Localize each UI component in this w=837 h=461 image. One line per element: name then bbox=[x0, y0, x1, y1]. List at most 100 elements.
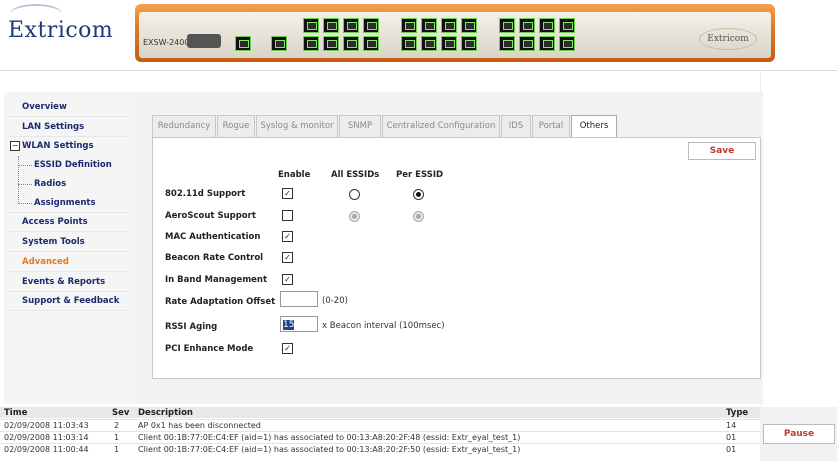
ap-port bbox=[461, 36, 477, 51]
event-log-table: Time Sev Description Type 02/09/2008 11:… bbox=[0, 407, 760, 461]
sidebar-item-support-feedback[interactable]: Support & Feedback bbox=[22, 296, 119, 306]
cell-description: Client 00:1B:77:0E:C4:EF (aid=1) has ass… bbox=[138, 433, 521, 442]
header-banner: Extricom EXSW-2400 Extricom bbox=[0, 0, 837, 71]
main-content: Redundancy Rogue Syslog & monitor SNMP C… bbox=[137, 92, 763, 404]
tab-portal[interactable]: Portal bbox=[532, 115, 570, 137]
sidebar-item-advanced[interactable]: Advanced bbox=[22, 257, 69, 267]
ap-port bbox=[421, 18, 437, 33]
others-settings-panel: Save Enable All ESSIDs Per ESSID 802.11d… bbox=[152, 137, 761, 379]
tree-line bbox=[18, 156, 19, 204]
cell-time: 02/09/2008 11:00:44 bbox=[4, 445, 89, 454]
switch-front-panel: EXSW-2400 Extricom bbox=[139, 12, 771, 58]
rssi-aging-value: 15 bbox=[283, 320, 295, 330]
cell-type: 01 bbox=[726, 445, 737, 454]
aeroscout-per-essid-radio[interactable] bbox=[413, 211, 424, 222]
device-logo: Extricom bbox=[699, 28, 757, 50]
ap-port bbox=[441, 36, 457, 51]
nav-divider bbox=[8, 251, 128, 252]
tab-rogue[interactable]: Rogue bbox=[217, 115, 255, 137]
nav-divider bbox=[8, 116, 128, 117]
console-port bbox=[187, 34, 221, 48]
cell-type: 14 bbox=[726, 421, 737, 430]
ap-port bbox=[519, 18, 535, 33]
column-header-all-essids: All ESSIDs bbox=[331, 170, 380, 180]
col-time: Time bbox=[4, 408, 28, 418]
sidebar-item-radios[interactable]: Radios bbox=[34, 179, 66, 189]
ap-port bbox=[539, 36, 555, 51]
tab-others[interactable]: Others bbox=[571, 115, 617, 138]
sidebar-item-overview[interactable]: Overview bbox=[22, 102, 67, 112]
tab-ids[interactable]: IDS bbox=[501, 115, 531, 137]
col-sev: Sev bbox=[112, 408, 130, 418]
sidebar-item-access-points[interactable]: Access Points bbox=[22, 217, 88, 227]
ap-port bbox=[401, 36, 417, 51]
nav-divider bbox=[8, 271, 128, 272]
sidebar-item-events-reports[interactable]: Events & Reports bbox=[22, 277, 105, 287]
tab-snmp[interactable]: SNMP bbox=[339, 115, 381, 137]
cell-description: Client 00:1B:77:0E:C4:EF (aid=1) has ass… bbox=[138, 445, 521, 454]
enable-inband-mgmt-checkbox[interactable]: ✓ bbox=[282, 274, 293, 285]
enable-mac-auth-checkbox[interactable]: ✓ bbox=[282, 231, 293, 242]
label-rate-adaptation-offset: Rate Adaptation Offset bbox=[165, 297, 276, 307]
ap-port bbox=[303, 18, 319, 33]
ap-port bbox=[363, 18, 379, 33]
label-in-band-management: In Band Management bbox=[165, 275, 268, 285]
table-row[interactable]: 02/09/2008 11:00:44 1 Client 00:1B:77:0E… bbox=[0, 443, 760, 455]
table-row[interactable]: 02/09/2008 11:03:14 1 Client 00:1B:77:0E… bbox=[0, 431, 760, 443]
tree-branch bbox=[18, 203, 32, 204]
ap-port bbox=[421, 36, 437, 51]
aeroscout-all-essids-radio[interactable] bbox=[349, 211, 360, 222]
ap-port bbox=[363, 36, 379, 51]
nav-divider bbox=[8, 310, 128, 311]
enable-80211d-checkbox[interactable]: ✓ bbox=[282, 188, 293, 199]
switch-device-image: EXSW-2400 Extricom bbox=[135, 4, 775, 62]
ap-port bbox=[559, 18, 575, 33]
cell-description: AP 0x1 has been disconnected bbox=[138, 421, 261, 430]
enable-beacon-rate-checkbox[interactable]: ✓ bbox=[282, 252, 293, 263]
tree-branch bbox=[18, 165, 32, 166]
col-description: Description bbox=[138, 408, 193, 418]
cell-sev: 1 bbox=[114, 433, 120, 442]
save-button[interactable]: Save bbox=[688, 142, 756, 160]
rate-adaptation-offset-input[interactable] bbox=[280, 291, 318, 307]
enable-pci-enhance-checkbox[interactable]: ✓ bbox=[282, 343, 293, 354]
nav-divider bbox=[8, 231, 128, 232]
tab-syslog-monitor[interactable]: Syslog & monitor bbox=[256, 115, 338, 137]
sidebar-item-essid-definition[interactable]: ESSID Definition bbox=[34, 160, 112, 170]
nav-divider bbox=[8, 212, 128, 213]
pause-button[interactable]: Pause bbox=[763, 424, 835, 444]
cell-time: 02/09/2008 11:03:43 bbox=[4, 421, 89, 430]
ap-port bbox=[343, 18, 359, 33]
sidebar-item-assignments[interactable]: Assignments bbox=[34, 198, 96, 208]
tab-redundancy[interactable]: Redundancy bbox=[152, 115, 216, 137]
cell-sev: 1 bbox=[114, 445, 120, 454]
ap-port bbox=[499, 36, 515, 51]
ap-port bbox=[323, 18, 339, 33]
80211d-per-essid-radio[interactable] bbox=[413, 189, 424, 200]
nav-divider bbox=[8, 291, 128, 292]
ap-port bbox=[343, 36, 359, 51]
ap-port bbox=[559, 36, 575, 51]
tab-centralized-configuration[interactable]: Centralized Configuration bbox=[382, 115, 500, 137]
table-row[interactable]: 02/09/2008 11:03:43 2 AP 0x1 has been di… bbox=[0, 419, 760, 431]
lan-port bbox=[271, 36, 287, 51]
ap-port bbox=[539, 18, 555, 33]
label-rssi-aging: RSSI Aging bbox=[165, 322, 218, 332]
label-80211d-support: 802.11d Support bbox=[165, 189, 246, 199]
sidebar-nav: Overview LAN Settings − WLAN Settings ES… bbox=[4, 92, 138, 404]
sidebar-item-wlan-settings[interactable]: WLAN Settings bbox=[22, 141, 94, 151]
sidebar-item-system-tools[interactable]: System Tools bbox=[22, 237, 85, 247]
ap-port bbox=[461, 18, 477, 33]
collapse-toggle-icon[interactable]: − bbox=[10, 141, 20, 151]
label-pci-enhance-mode: PCI Enhance Mode bbox=[165, 344, 254, 354]
enable-aeroscout-checkbox[interactable] bbox=[282, 210, 293, 221]
rssi-aging-input[interactable]: 15 bbox=[280, 316, 318, 332]
ap-port bbox=[499, 18, 515, 33]
cell-time: 02/09/2008 11:03:14 bbox=[4, 433, 89, 442]
label-mac-authentication: MAC Authentication bbox=[165, 232, 261, 242]
nav-divider bbox=[8, 136, 128, 137]
ap-port bbox=[323, 36, 339, 51]
cell-type: 01 bbox=[726, 433, 737, 442]
sidebar-item-lan-settings[interactable]: LAN Settings bbox=[22, 122, 84, 132]
80211d-all-essids-radio[interactable] bbox=[349, 189, 360, 200]
